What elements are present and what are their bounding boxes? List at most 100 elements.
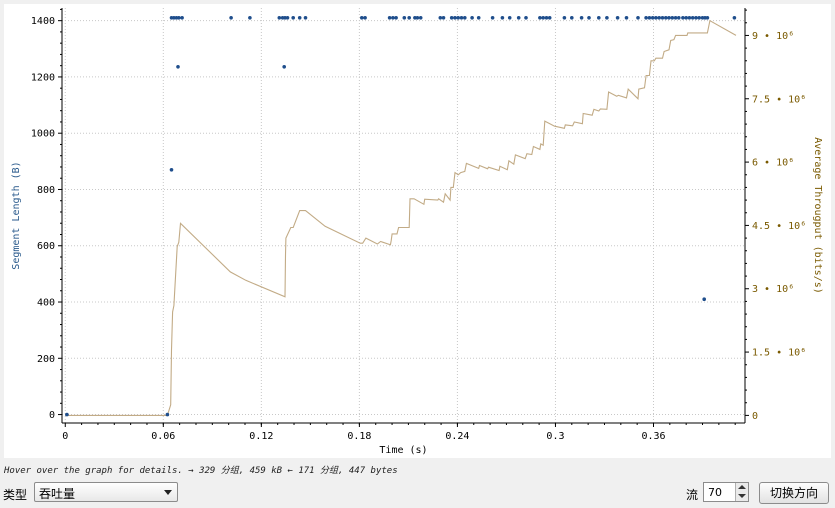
y-tick-label: 400 [37,298,55,309]
y-tick-label: 1000 [31,129,55,140]
x-tick-label: 0.36 [641,431,665,442]
segment-point [705,16,710,20]
segment-point [438,16,443,20]
segment-point [681,16,685,20]
segment-point [449,16,454,20]
x-tick-label: 0 [62,431,68,442]
segment-point [363,16,367,20]
segment-point [360,16,364,20]
segment-point [579,16,584,20]
x-tick-label: 0.24 [445,431,469,442]
segment-point [415,16,420,20]
segment-point [657,16,661,20]
x-tick-label: 0.18 [347,431,371,442]
segment-point [732,16,737,20]
segment-point [180,16,184,20]
spinbox-buttons[interactable] [735,483,748,501]
segment-point [697,16,701,20]
segment-point [229,16,233,20]
y2-tick-label: 6 • 10⁶ [752,158,794,169]
segment-point [177,16,181,20]
segment-point [636,16,640,20]
stream-number-value: 70 [708,486,722,499]
type-label: 类型 [3,488,28,502]
segment-point [687,16,692,20]
segment-point [562,16,567,20]
arrow-down-icon[interactable] [738,494,746,498]
switch-direction-button[interactable]: 切换方向 [759,482,829,504]
segment-point [605,16,609,20]
segment-point [673,16,678,20]
segment-point [394,16,398,20]
segment-point [670,16,675,20]
left-y-axis-label: Segment Length (B) [11,161,22,269]
y2-tick-label: 9 • 10⁶ [752,31,794,42]
segment-point [418,16,423,20]
segment-point [291,16,296,20]
segment-point [624,16,629,20]
segment-point [303,16,308,20]
y-tick-label: 1400 [31,16,55,27]
y-tick-label: 600 [37,241,55,252]
throughput-line [65,19,737,416]
segment-point [507,16,512,20]
x-tick-label: 0.06 [151,431,175,442]
segment-point [441,16,446,20]
segment-point [664,16,668,20]
segment-point [476,16,481,20]
segment-point [470,16,474,20]
y-tick-label: 0 [49,410,55,421]
segment-point [453,16,457,20]
y2-tick-label: 4.5 • 10⁶ [752,221,806,232]
graph-type-select[interactable]: 吞吐量 [34,482,178,502]
segment-point [248,16,252,20]
segment-point [660,16,665,20]
segment-point [277,16,282,20]
throughput-chart[interactable]: 0 0.06 0.12 0.18 0.24 0.3 0.36 0 200 400 600 800 100… [4,4,831,458]
graph-type-value: 吞吐量 [39,487,76,501]
y2-tick-label: 7.5 • 10⁶ [752,94,806,105]
segment-point [176,65,180,69]
y-tick-label: 800 [37,185,55,196]
segment-point [387,16,392,20]
segment-point [391,16,395,20]
stream-number-spinbox[interactable]: 70 [703,482,749,502]
segment-point [654,16,658,20]
segment-point [500,16,505,20]
arrow-up-icon[interactable] [738,485,746,489]
segment-point [570,16,574,20]
segment-point [169,168,174,172]
segment-point [490,16,495,20]
segment-point [667,16,671,20]
segment-point [547,16,552,20]
segment-point [65,412,69,417]
segment-point [694,16,698,20]
chevron-down-icon [164,490,172,495]
x-tick-label: 0.3 [546,431,564,442]
segment-point [587,16,591,20]
segment-point [684,16,688,20]
segment-point [615,16,620,20]
y2-tick-label: 1.5 • 10⁶ [752,348,806,359]
segment-point [402,16,407,20]
segment-point [677,16,681,20]
segment-point [544,16,549,20]
y2-tick-label: 0 [752,411,758,422]
x-axis-label: Time (s) [379,445,427,456]
y2-tick-label: 3 • 10⁶ [752,284,794,295]
segment-point [541,16,545,20]
segment-point [282,65,287,69]
graph-plot-area[interactable]: 0 0.06 0.12 0.18 0.24 0.3 0.36 0 200 400 600 800 100… [4,4,831,458]
segment-point [516,16,521,20]
segment-point [702,297,706,302]
segment-point [407,16,412,20]
right-y-axis-label: Average Througput (bits/s) [812,137,823,294]
segment-point [690,16,695,20]
segment-point [538,16,542,20]
segment-point [297,16,302,20]
y-tick-label: 200 [37,354,55,365]
segment-point [456,16,461,20]
segment-point [459,16,464,20]
stream-label: 流 [686,488,699,502]
segment-point [644,16,648,20]
